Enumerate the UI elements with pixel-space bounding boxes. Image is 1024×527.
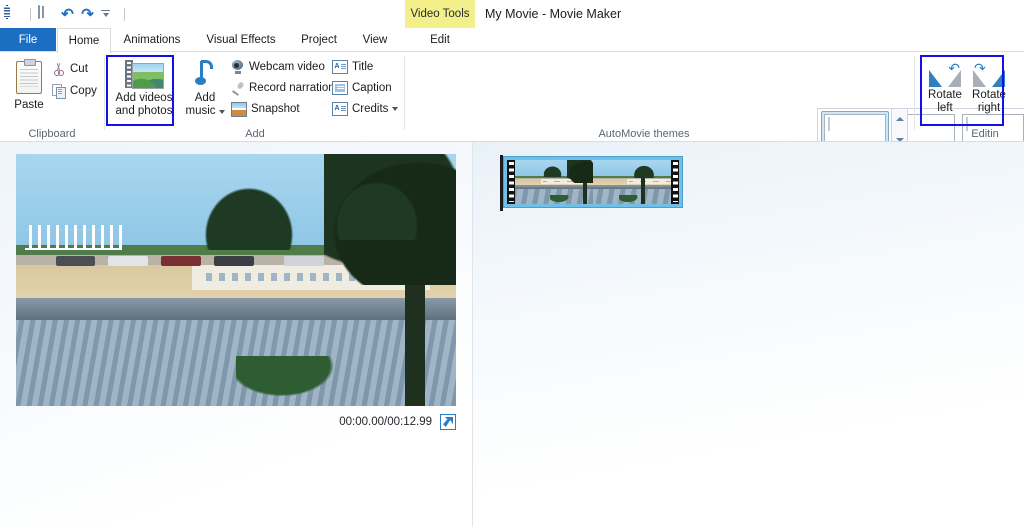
clip-thumbnail-1 — [507, 160, 593, 204]
caption-label: Caption — [352, 82, 392, 94]
scissors-icon — [52, 62, 66, 76]
credits-label: Credits — [352, 103, 388, 115]
app-icon[interactable] — [6, 6, 23, 23]
add-videos-and-photos-icon — [125, 60, 163, 88]
document-title-text: My Movie - Movie Maker — [485, 7, 621, 21]
rotate-right-label-line1: Rotate — [972, 89, 1006, 102]
add-videos-and-photos-button[interactable]: Add videos and photos — [110, 56, 178, 118]
save-icon[interactable] — [38, 6, 55, 23]
rotate-left-label-line2: left — [937, 102, 952, 115]
contextual-tab-backdrop — [405, 56, 475, 80]
ribbon-tab-strip: File Home Animations Visual Effects Proj… — [0, 28, 1024, 52]
add-videos-label-line1: Add videos — [116, 92, 173, 105]
rotate-right-button[interactable]: ↷ Rotate right — [967, 56, 1011, 115]
rotate-left-label-line1: Rotate — [928, 89, 962, 102]
qat-separator-1 — [30, 8, 31, 21]
movie-maker-window: ↶ ↷ Video Tools My Movie - Movie Maker F… — [0, 0, 1024, 527]
cut-button[interactable]: Cut — [52, 60, 88, 78]
quick-access-toolbar: ↶ ↷ — [6, 4, 127, 24]
webcam-icon — [231, 60, 245, 74]
paste-button[interactable]: Paste — [8, 56, 50, 122]
tab-view[interactable]: View — [351, 28, 399, 52]
add-music-label-line2: music — [185, 105, 215, 118]
microphone-icon — [231, 81, 245, 95]
timecode-display: 00:00.00/00:12.99 — [339, 416, 432, 428]
film-sprocket-left — [507, 160, 515, 204]
redo-icon[interactable]: ↷ — [80, 7, 95, 22]
chevron-down-icon[interactable] — [219, 110, 225, 114]
snapshot-button[interactable]: Snapshot — [231, 100, 300, 118]
group-label-clipboard: Clipboard — [0, 128, 104, 140]
scroll-up-button[interactable] — [892, 109, 907, 129]
caption-button[interactable]: Caption — [332, 79, 392, 97]
ribbon-group-automovie-themes: AutoMovie themes — [405, 52, 912, 142]
undo-icon[interactable]: ↶ — [60, 7, 75, 22]
ribbon-group-clipboard: Paste Cut Copy Clipboard — [0, 52, 104, 142]
music-note-icon — [194, 60, 216, 88]
title-button[interactable]: Title — [332, 58, 373, 76]
credits-icon — [332, 102, 348, 116]
snapshot-icon — [231, 102, 247, 117]
video-tools-contextual-label: Video Tools — [405, 0, 475, 28]
rotate-right-label-line2: right — [978, 102, 1000, 115]
copy-button[interactable]: Copy — [52, 82, 97, 100]
clip-thumbnail-2 — [593, 160, 679, 204]
group-label-editing: Editin — [935, 128, 1024, 140]
video-tools-text: Video Tools — [410, 8, 469, 20]
customize-quick-access-icon[interactable] — [100, 6, 117, 23]
page-title: My Movie - Movie Maker — [485, 0, 621, 28]
tab-file[interactable]: File — [0, 28, 56, 52]
tab-project[interactable]: Project — [291, 28, 347, 52]
cut-label: Cut — [70, 63, 88, 75]
webcam-video-label: Webcam video — [249, 61, 325, 73]
credits-button[interactable]: Credits — [332, 100, 398, 118]
storyboard-clip[interactable] — [503, 156, 683, 208]
ribbon-group-editing: ↶ Rotate left ↷ Rotate right Editin — [915, 52, 1024, 142]
add-videos-label-line2: and photos — [116, 105, 173, 118]
timecode-row: 00:00.00/00:12.99 — [16, 412, 456, 432]
clipboard-icon — [16, 61, 42, 94]
preview-pane: 00:00.00/00:12.99 — [0, 142, 472, 527]
webcam-video-button[interactable]: Webcam video — [231, 58, 325, 76]
title-label: Title — [352, 61, 373, 73]
tab-visual-effects[interactable]: Visual Effects — [195, 28, 287, 52]
copy-icon — [52, 84, 66, 98]
record-narration-button[interactable]: Record narration — [231, 79, 345, 97]
tab-edit[interactable]: Edit — [405, 28, 475, 52]
copy-label: Copy — [70, 85, 97, 97]
chevron-down-icon[interactable] — [392, 107, 398, 111]
snapshot-label: Snapshot — [251, 103, 300, 115]
paste-label: Paste — [14, 99, 43, 111]
preview-frame-image — [16, 154, 456, 406]
group-label-add: Add — [135, 128, 375, 140]
rotate-right-icon: ↷ — [972, 61, 1006, 87]
caption-icon — [332, 81, 348, 95]
tab-home[interactable]: Home — [57, 28, 111, 53]
ribbon: Paste Cut Copy Clipboard Add videos and … — [0, 52, 1024, 142]
group-label-automovie-themes: AutoMovie themes — [405, 128, 883, 140]
add-music-button[interactable]: Add music — [180, 56, 230, 118]
title-bar: ↶ ↷ Video Tools My Movie - Movie Maker — [0, 0, 1024, 28]
record-narration-label: Record narration — [249, 82, 335, 94]
ribbon-group-add: Add videos and photos Add music Webcam v… — [105, 52, 403, 142]
rotate-left-button[interactable]: ↶ Rotate left — [923, 56, 967, 115]
add-music-label-line1: Add — [195, 92, 215, 105]
fullscreen-icon[interactable] — [440, 414, 456, 430]
qat-separator-2 — [124, 8, 125, 21]
tab-animations[interactable]: Animations — [113, 28, 191, 52]
rotate-left-icon: ↶ — [928, 61, 962, 87]
film-sprocket-right — [671, 160, 679, 204]
title-icon — [332, 60, 348, 74]
video-preview[interactable] — [16, 154, 456, 406]
